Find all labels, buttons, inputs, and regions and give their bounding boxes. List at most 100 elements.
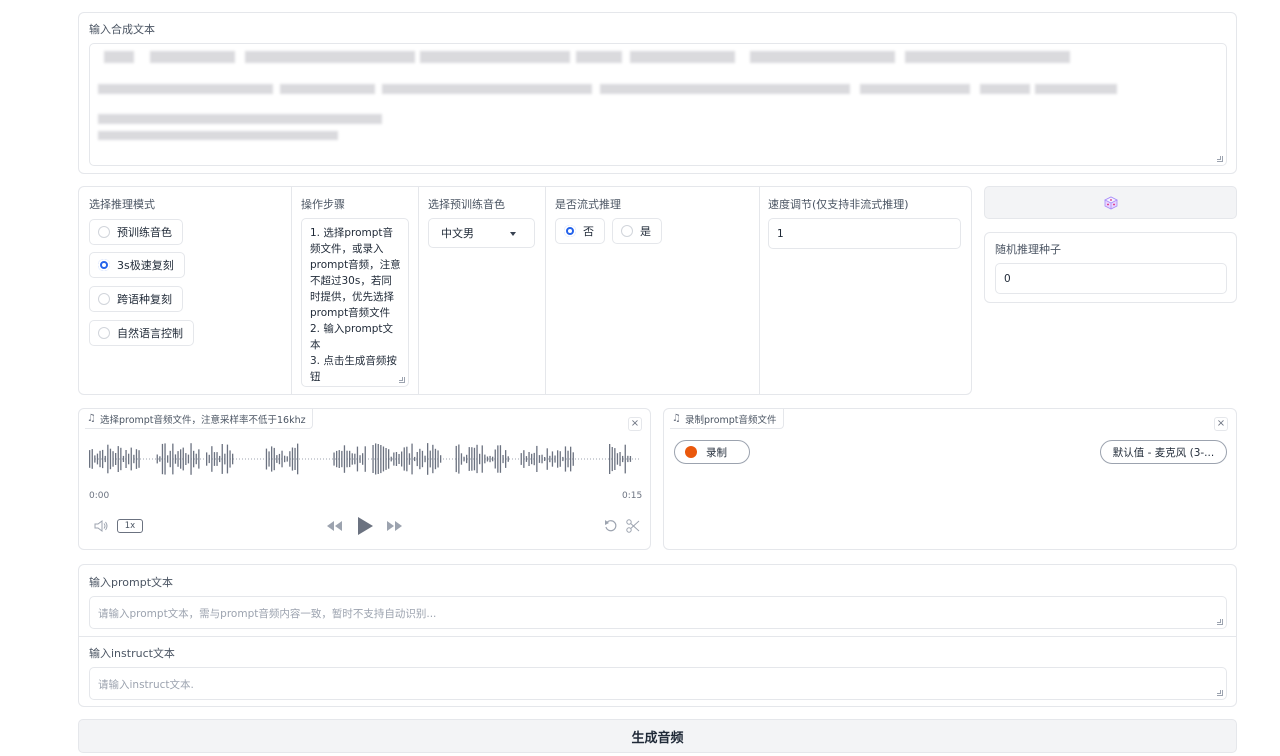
waveform-bar bbox=[198, 449, 200, 469]
waveform-bar bbox=[177, 451, 179, 467]
waveform-bar bbox=[525, 456, 528, 462]
rewind-icon[interactable] bbox=[325, 520, 343, 532]
mode-option-label: 预训练音色 bbox=[117, 226, 172, 239]
play-icon[interactable] bbox=[356, 516, 374, 536]
speaker-label: 选择预训练音色 bbox=[428, 198, 505, 211]
speaker-select[interactable]: 中文男 bbox=[428, 218, 535, 248]
microphone-select[interactable]: 默认值 - 麦克风 (3-... bbox=[1100, 440, 1227, 464]
volume-icon[interactable] bbox=[93, 519, 109, 533]
reset-icon[interactable] bbox=[603, 518, 619, 534]
waveform-bar bbox=[372, 445, 374, 473]
stream-option-label: 是 bbox=[640, 225, 651, 238]
upload-audio-tag: ♫ 选择prompt音频文件，注意采样率不低于16khz bbox=[85, 409, 313, 429]
redacted-text bbox=[104, 51, 134, 63]
waveform-bar bbox=[190, 443, 192, 475]
speaker-value: 中文男 bbox=[441, 227, 474, 240]
waveform-bar bbox=[393, 452, 395, 466]
waveform-bar bbox=[336, 450, 338, 468]
mode-option-label: 跨语种复刻 bbox=[117, 293, 172, 306]
redacted-text bbox=[1035, 84, 1117, 94]
waveform-bar bbox=[473, 447, 476, 471]
waveform-bar bbox=[346, 450, 348, 468]
record-button[interactable]: 录制 bbox=[674, 440, 750, 464]
generate-audio-label: 生成音频 bbox=[631, 730, 684, 746]
waveform-bar bbox=[216, 452, 218, 466]
stream-label: 是否流式推理 bbox=[555, 198, 621, 211]
synthesis-panel: 输入合成文本 bbox=[78, 12, 1237, 174]
redacted-text bbox=[150, 51, 235, 63]
waveform-bar bbox=[479, 453, 481, 465]
resize-handle[interactable] bbox=[1217, 690, 1223, 696]
waveform-bar bbox=[159, 456, 161, 462]
redacted-text bbox=[98, 84, 273, 94]
mode-option-3s-clone[interactable]: 3s极速复刻 bbox=[89, 252, 185, 278]
redacted-text bbox=[420, 51, 570, 63]
steps-textarea[interactable]: 1. 选择prompt音频文件，或录入prompt音频，注意不超过30s，若同时… bbox=[301, 218, 409, 387]
waveform-bar bbox=[541, 454, 543, 464]
waveform-bar bbox=[122, 455, 125, 462]
waveform-bar bbox=[619, 452, 621, 467]
redacted-text bbox=[630, 51, 735, 63]
mode-option-instruct[interactable]: 自然语言控制 bbox=[89, 320, 194, 346]
waveform-bar bbox=[471, 447, 473, 471]
waveform-bar bbox=[616, 453, 619, 465]
prompt-text-placeholder: 请输入prompt文本，需与prompt音频内容一致，暂时不支持自动识别... bbox=[98, 608, 437, 620]
waveform-bar bbox=[416, 452, 418, 467]
speed-input[interactable]: 1 bbox=[768, 218, 961, 249]
waveform-bar bbox=[609, 444, 611, 474]
mode-option-cross-lingual[interactable]: 跨语种复刻 bbox=[89, 286, 183, 312]
waveform-bar bbox=[572, 452, 574, 466]
waveform-bar bbox=[99, 450, 101, 468]
waveform-bar bbox=[291, 447, 294, 471]
waveform-bar bbox=[356, 446, 359, 472]
waveform-bar bbox=[549, 455, 551, 463]
stream-option-no[interactable]: 否 bbox=[555, 218, 605, 244]
music-note-icon: ♫ bbox=[87, 413, 96, 424]
waveform-bar bbox=[133, 454, 135, 464]
waveform-bar bbox=[273, 447, 275, 471]
waveform-bar bbox=[187, 454, 190, 464]
waveform-bar bbox=[562, 456, 564, 462]
resize-handle[interactable] bbox=[1217, 156, 1223, 162]
steps-label: 操作步骤 bbox=[301, 198, 345, 211]
generate-audio-button[interactable]: 生成音频 bbox=[78, 719, 1237, 753]
waveform-bar bbox=[463, 456, 465, 462]
upload-audio-panel: ♫ 选择prompt音频文件，注意采样率不低于16khz × 0:00 0:15… bbox=[78, 408, 651, 550]
waveform-bar bbox=[208, 454, 210, 464]
waveform-bar bbox=[354, 453, 356, 465]
playback-speed-value: 1x bbox=[124, 521, 136, 531]
waveform-bar bbox=[380, 445, 382, 474]
column-divider bbox=[759, 187, 760, 394]
waveform-bar bbox=[385, 448, 387, 470]
resize-handle[interactable] bbox=[1217, 619, 1223, 625]
waveform-bar bbox=[351, 453, 353, 465]
microphone-device: 默认值 - 麦克风 (3-... bbox=[1112, 446, 1215, 459]
waveform-bar bbox=[91, 449, 93, 469]
prompt-text-input[interactable]: 请输入prompt文本，需与prompt音频内容一致，暂时不支持自动识别... bbox=[89, 596, 1227, 629]
mode-option-pretrained[interactable]: 预训练音色 bbox=[89, 219, 183, 245]
synthesis-textarea[interactable] bbox=[89, 43, 1227, 166]
random-seed-button[interactable] bbox=[984, 186, 1237, 219]
waveform[interactable] bbox=[89, 439, 641, 479]
waveform-bar bbox=[213, 452, 216, 466]
mode-label: 选择推理模式 bbox=[89, 198, 155, 211]
fast-forward-icon[interactable] bbox=[386, 520, 404, 532]
instruct-text-input[interactable]: 请输入instruct文本. bbox=[89, 667, 1227, 700]
resize-handle[interactable] bbox=[399, 377, 405, 383]
playback-speed-button[interactable]: 1x bbox=[117, 519, 143, 533]
waveform-bar bbox=[338, 450, 340, 468]
waveform-bar bbox=[570, 446, 572, 472]
waveform-bar bbox=[614, 448, 616, 470]
close-icon[interactable]: × bbox=[628, 417, 642, 431]
redacted-text bbox=[280, 84, 375, 94]
close-icon[interactable]: × bbox=[1214, 417, 1228, 431]
waveform-bar bbox=[546, 448, 548, 470]
waveform-bar bbox=[185, 453, 187, 465]
scissors-icon[interactable] bbox=[625, 518, 641, 534]
stream-option-yes[interactable]: 是 bbox=[612, 218, 662, 244]
waveform-bar bbox=[120, 447, 122, 471]
waveform-bar bbox=[195, 453, 197, 465]
seed-label: 随机推理种子 bbox=[995, 243, 1061, 256]
waveform-bar bbox=[104, 455, 106, 463]
seed-input[interactable]: 0 bbox=[995, 263, 1227, 294]
